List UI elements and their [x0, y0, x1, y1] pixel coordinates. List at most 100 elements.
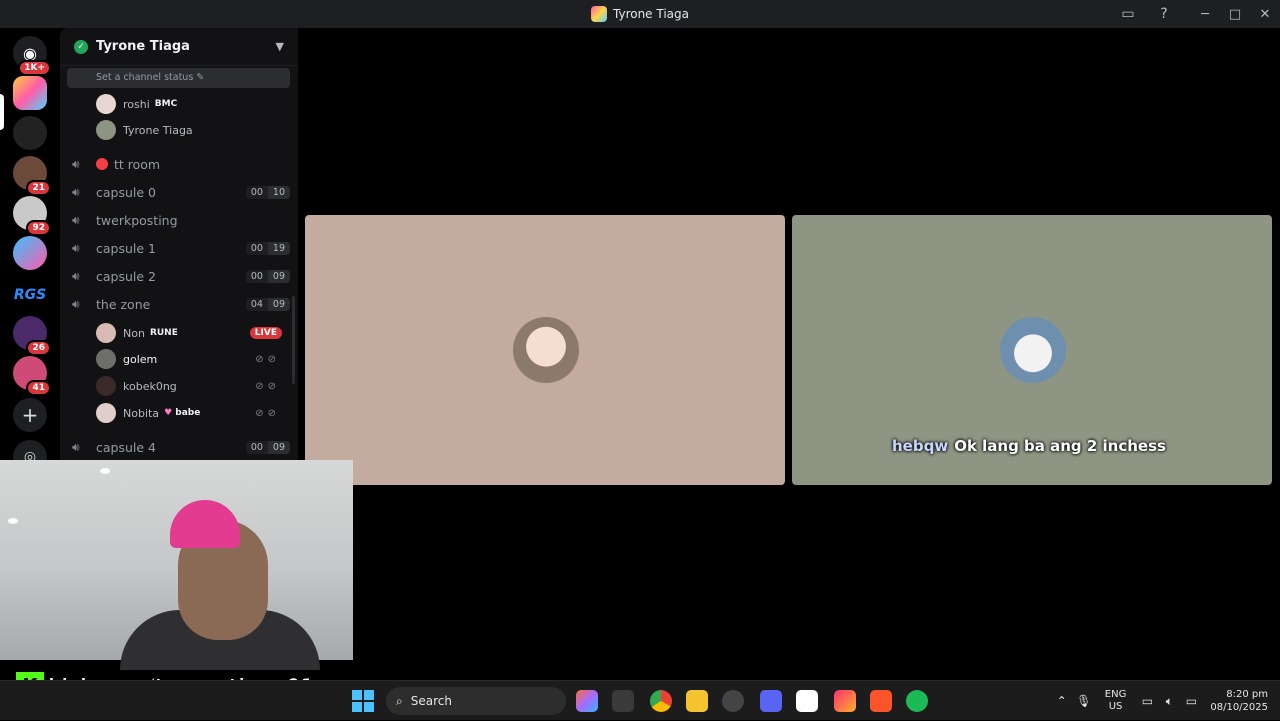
avatar	[96, 94, 116, 114]
chevron-down-icon: ▼	[275, 40, 284, 53]
avatar	[96, 376, 116, 396]
user-tag: BMC	[154, 99, 178, 109]
speaker-icon: 🔊︎	[72, 296, 80, 311]
user-count: 04 09	[245, 297, 290, 311]
home-button[interactable]: ◉ 1K+	[13, 36, 51, 76]
user-tag: ♥ babe	[164, 408, 201, 418]
verified-icon: ✓	[74, 39, 88, 54]
user-count: 00 09	[245, 440, 290, 454]
unread-badge: 41	[26, 380, 51, 396]
volume-icon[interactable]: 🔈︎	[1158, 694, 1180, 709]
copilot-icon[interactable]	[576, 690, 598, 712]
server-icon[interactable]: 92	[13, 196, 51, 236]
muted-deafened-icon: ⊘⊘	[255, 407, 280, 419]
caption-text: Ok lang ba ang 2 inchess	[954, 437, 1166, 455]
avatar	[96, 323, 116, 343]
voice-user[interactable]: Tyrone Tiaga	[96, 118, 286, 142]
language-indicator[interactable]: ENG US	[1105, 689, 1127, 713]
search-icon: ⌕	[396, 693, 403, 708]
server-icon[interactable]	[13, 236, 47, 270]
network-icon[interactable]: ▭	[1136, 694, 1158, 708]
speaker-icon: 🔊︎	[72, 212, 80, 227]
server-icon[interactable]	[13, 76, 47, 110]
speaker-icon: 🔊︎	[72, 439, 80, 454]
maximize-button[interactable]: □	[1220, 7, 1250, 22]
server-icon[interactable]: 41	[13, 356, 51, 396]
participant-tile[interactable]	[305, 215, 785, 485]
obs-icon[interactable]	[722, 690, 744, 712]
unread-badge: 92	[26, 220, 51, 236]
record-icon	[96, 158, 108, 170]
inbox-icon[interactable]: ▭	[1118, 4, 1138, 24]
server-header[interactable]: ✓ Tyrone Tiaga ▼	[60, 28, 298, 66]
avatar	[96, 120, 116, 140]
participant-avatar	[513, 317, 579, 383]
speaker-icon: 🔊︎	[72, 268, 80, 283]
battery-icon[interactable]: ▭	[1180, 694, 1202, 708]
caption-speaker: hebqw	[892, 437, 949, 455]
voice-channel[interactable]: 🔊︎ capsule 1 00 19	[72, 236, 290, 260]
app-icon	[591, 6, 607, 22]
microphone-icon[interactable]: 🎙︎	[1073, 694, 1095, 708]
unread-badge: 26	[26, 340, 51, 356]
muted-deafened-icon: ⊘⊘	[255, 353, 280, 365]
chrome-icon[interactable]	[650, 690, 672, 712]
unread-badge: 21	[26, 180, 51, 196]
participant-avatar	[1000, 317, 1066, 383]
discord-icon[interactable]	[760, 690, 782, 712]
clock[interactable]: 8:20 pm 08/10/2025	[1210, 688, 1268, 714]
start-button[interactable]	[352, 690, 374, 712]
plus-icon: +	[13, 398, 47, 432]
heart-icon: ♥	[164, 408, 173, 418]
server-icon[interactable]: 26	[13, 316, 51, 356]
server-name: Tyrone Tiaga	[96, 39, 190, 54]
system-tray: ⌃ 🎙︎ ENG US ▭ 🔈︎ ▭ 8:20 pm 08/10/2025	[1051, 681, 1280, 721]
minimize-button[interactable]: ─	[1190, 7, 1220, 22]
avatar	[96, 349, 116, 369]
channel-sidebar: ✓ Tyrone Tiaga ▼ Set a channel status ✎ …	[60, 28, 298, 460]
server-icon[interactable]: 21	[13, 156, 51, 196]
channel-status-input[interactable]: Set a channel status ✎	[67, 68, 290, 88]
title-bar: Tyrone Tiaga ▭ ? ─ □ ✕	[0, 0, 1280, 28]
app-icon[interactable]	[612, 690, 634, 712]
close-button[interactable]: ✕	[1250, 7, 1280, 22]
window-title-text: Tyrone Tiaga	[613, 7, 689, 21]
server-icon[interactable]: RGS	[13, 278, 47, 312]
voice-channel[interactable]: 🔊︎ capsule 2 00 09	[72, 264, 290, 288]
server-icon[interactable]	[13, 116, 47, 150]
help-icon[interactable]: ?	[1154, 4, 1174, 24]
user-count: 00 09	[245, 269, 290, 283]
app-icon[interactable]	[796, 690, 818, 712]
voice-user[interactable]: kobek0ng ⊘⊘	[96, 374, 286, 398]
live-badge: LIVE	[249, 327, 282, 339]
taskbar: ⌕ Search ⌃ 🎙︎ ENG US ▭ 🔈︎ ▭ 8:20 pm 08/1…	[0, 680, 1280, 720]
speaker-icon: 🔊︎	[72, 156, 80, 171]
user-count: 00 10	[245, 185, 290, 199]
file-explorer-icon[interactable]	[686, 690, 708, 712]
voice-user[interactable]: golem ⊘⊘	[96, 347, 286, 371]
voice-user[interactable]: Non RUNE LIVE	[96, 321, 286, 345]
voice-channel[interactable]: 🔊︎ capsule 4 00 09	[72, 435, 290, 459]
voice-channel[interactable]: 🔊︎ capsule 0 00 10	[72, 180, 290, 204]
window-title: Tyrone Tiaga	[591, 6, 689, 22]
selected-indicator	[0, 94, 4, 130]
sidebar-scrollbar[interactable]	[292, 296, 295, 384]
muted-deafened-icon: ⊘⊘	[255, 380, 280, 392]
live-caption: hebqw Ok lang ba ang 2 inchess	[892, 437, 1166, 455]
avatar	[96, 403, 116, 423]
voice-channel[interactable]: 🔊︎ tt room	[72, 152, 290, 176]
voice-channel[interactable]: 🔊︎ the zone 04 09	[72, 292, 290, 316]
voice-user[interactable]: roshi BMC	[96, 92, 286, 116]
voice-user[interactable]: Nobita ♥ babe ⊘⊘	[96, 401, 286, 425]
voice-channel[interactable]: 🔊︎ twerkposting	[72, 208, 290, 232]
chevron-up-icon[interactable]: ⌃	[1051, 694, 1073, 708]
add-server-button[interactable]: +	[13, 398, 47, 432]
speaker-icon: 🔊︎	[72, 240, 80, 255]
rgs-logo: RGS	[13, 287, 47, 303]
brave-icon[interactable]	[870, 690, 892, 712]
taskbar-search[interactable]: ⌕ Search	[386, 687, 566, 715]
user-count: 00 19	[245, 241, 290, 255]
unread-badge: 1K+	[18, 60, 51, 76]
spotify-icon[interactable]	[906, 690, 928, 712]
app-icon[interactable]	[834, 690, 856, 712]
